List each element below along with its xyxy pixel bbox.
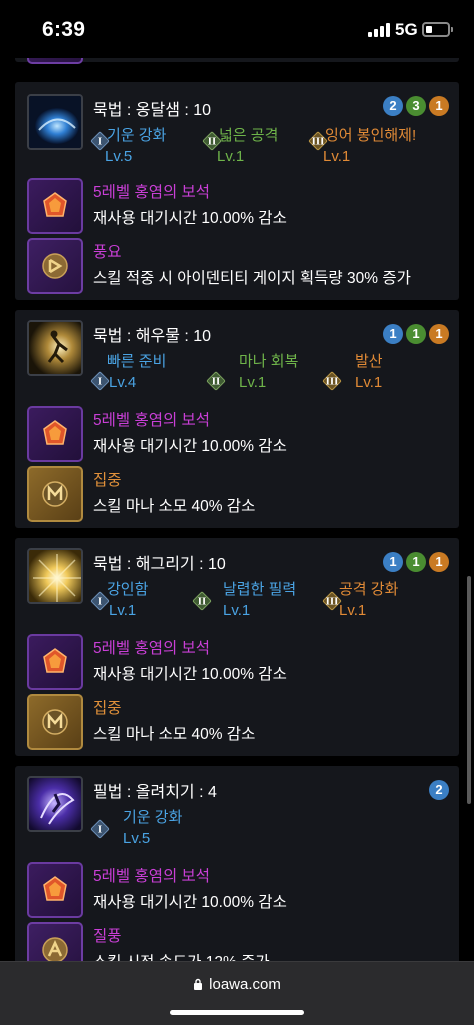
url-display[interactable]: loawa.com — [0, 976, 474, 993]
tripod-row: I 기운 강화 Lv.5 — [15, 808, 459, 858]
tier-2-icon: II — [192, 591, 212, 611]
rune-icon — [27, 58, 83, 64]
tripod-name: 넓은 공격 — [219, 127, 279, 144]
skill-card: 묵법 : 옹달샘 : 10 2 3 1 I 기운 강화 Lv.5 II 넓은 공… — [15, 82, 459, 300]
rune-description: 스킬 시전 속도가 12% 증가 — [93, 950, 270, 961]
badge-tier-1: 2 — [383, 96, 403, 116]
gem-description: 재사용 대기시간 10.00% 감소 — [93, 666, 287, 683]
skill-list-page[interactable]: 묵법 : 옹달샘 : 10 2 3 1 I 기운 강화 Lv.5 II 넓은 공… — [0, 58, 474, 961]
badge-tier-2: 3 — [406, 96, 426, 116]
skill-name: 필법 : 올려치기 : 4 — [93, 784, 217, 801]
skill-name: 묵법 : 해우물 : 10 — [93, 328, 212, 345]
rune-title: 집중 — [93, 472, 122, 489]
badge-tier-1: 1 — [383, 552, 403, 572]
skill-card: 묵법 : 해우물 : 10 1 1 1 I 빠른 준비 Lv.4 II 마나 회… — [15, 310, 459, 528]
signal-icon — [368, 23, 390, 37]
tripod-name: 빠른 준비 — [107, 353, 167, 370]
tripod-name: 기운 강화 — [107, 127, 167, 144]
tripod-badges: 2 3 1 — [383, 96, 449, 116]
tripod-row: I 빠른 준비 Lv.4 II 마나 회복 Lv.1 III 발산 Lv.1 — [15, 352, 459, 402]
tripod-badges: 1 1 1 — [383, 552, 449, 572]
tripod-level: Lv.5 — [123, 830, 151, 847]
tripod-badges: 2 — [429, 780, 449, 800]
badge-tier-3: 1 — [429, 324, 449, 344]
badge-tier-3: 1 — [429, 96, 449, 116]
tripod-name: 공격 강화 — [339, 581, 399, 598]
rune-description: 스킬 마나 소모 40% 감소 — [93, 498, 256, 515]
skill-card: 필법 : 올려치기 : 4 2 I 기운 강화 Lv.5 5레벨 홍염의 보석 … — [15, 766, 459, 961]
gem-icon — [27, 862, 83, 918]
gem-title: 5레벨 홍염의 보석 — [93, 184, 211, 201]
rune-description: 스킬 적중 시 아이덴티티 게이지 획득량 30% 증가 — [93, 270, 411, 287]
tripod-row: I 기운 강화 Lv.5 II 넓은 공격 Lv.1 III 잉어 봉인해제! … — [15, 126, 459, 176]
gem-description: 재사용 대기시간 10.00% 감소 — [93, 438, 287, 455]
network-type: 5G — [395, 20, 418, 39]
tier-1-icon: I — [90, 819, 110, 839]
rune-description: 스킬 마나 소모 40% 감소 — [93, 726, 256, 743]
tripod-level: Lv.5 — [105, 148, 133, 165]
badge-tier-1: 2 — [429, 780, 449, 800]
rune-title: 집중 — [93, 700, 122, 717]
tripod-level: Lv.1 — [355, 374, 383, 391]
url-text: loawa.com — [209, 976, 281, 993]
rune-icon — [27, 694, 83, 750]
tripod-badges: 1 1 1 — [383, 324, 449, 344]
tripod-level: Lv.1 — [217, 148, 245, 165]
rune-icon — [27, 466, 83, 522]
gem-title: 5레벨 홍염의 보석 — [93, 412, 211, 429]
tripod-level: Lv.1 — [109, 602, 137, 619]
tripod-name: 마나 회복 — [239, 353, 299, 370]
tripod-name: 발산 — [355, 353, 383, 370]
gem-icon — [27, 178, 83, 234]
page-scrollbar[interactable] — [467, 576, 471, 804]
battery-icon — [422, 22, 453, 37]
partial-card-top — [15, 58, 459, 64]
gem-title: 5레벨 홍염의 보석 — [93, 640, 211, 657]
gem-title: 5레벨 홍염의 보석 — [93, 868, 211, 885]
skill-name: 묵법 : 옹달샘 : 10 — [93, 102, 212, 119]
rune-icon — [27, 922, 83, 961]
tripod-name: 강인함 — [107, 581, 149, 598]
gem-description: 재사용 대기시간 10.00% 감소 — [93, 894, 287, 911]
tripod-name: 기운 강화 — [123, 809, 183, 826]
badge-tier-2: 1 — [406, 324, 426, 344]
badge-tier-1: 1 — [383, 324, 403, 344]
rune-title: 질풍 — [93, 928, 122, 945]
lock-icon — [194, 978, 203, 990]
tripod-row: I 강인함 Lv.1 II 날렵한 필력 Lv.1 III 공격 강화 Lv.1 — [15, 580, 459, 630]
tripod-level: Lv.1 — [339, 602, 367, 619]
tripod-level: Lv.4 — [109, 374, 137, 391]
status-bar: 6:39 5G — [0, 0, 474, 58]
browser-address-bar[interactable]: loawa.com — [0, 961, 474, 1025]
tier-2-icon: II — [206, 371, 226, 391]
tripod-name: 잉어 봉인해제! — [325, 127, 417, 144]
tripod-level: Lv.1 — [239, 374, 267, 391]
tripod-level: Lv.1 — [223, 602, 251, 619]
tripod-level: Lv.1 — [323, 148, 351, 165]
badge-tier-3: 1 — [429, 552, 449, 572]
skill-card: 묵법 : 해그리기 : 10 1 1 1 I 강인함 Lv.1 II 날렵한 필… — [15, 538, 459, 756]
gem-description: 재사용 대기시간 10.00% 감소 — [93, 210, 287, 227]
tripod-name: 날렵한 필력 — [223, 581, 297, 598]
gem-icon — [27, 634, 83, 690]
tier-3-icon: III — [322, 371, 342, 391]
tier-1-icon: I — [90, 371, 110, 391]
rune-icon — [27, 238, 83, 294]
gem-icon — [27, 406, 83, 462]
status-time: 6:39 — [42, 18, 86, 41]
rune-title: 풍요 — [93, 244, 122, 261]
home-indicator[interactable] — [170, 1010, 304, 1015]
skill-name: 묵법 : 해그리기 : 10 — [93, 556, 226, 573]
badge-tier-2: 1 — [406, 552, 426, 572]
